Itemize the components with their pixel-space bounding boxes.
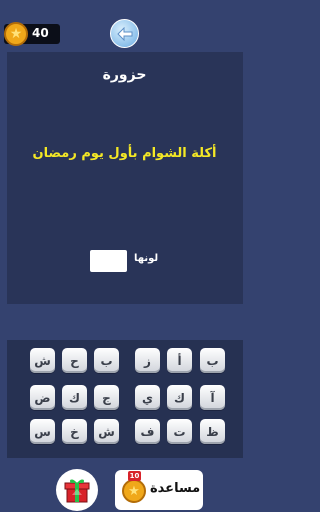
- key-2-1[interactable]: ت: [167, 419, 192, 444]
- key-0-4[interactable]: ح: [62, 348, 87, 373]
- key-2-4[interactable]: خ: [62, 419, 87, 444]
- question-text: أكلة الشوام بأول يوم رمضان: [32, 146, 217, 161]
- key-1-3[interactable]: ج: [94, 385, 119, 410]
- key-0-3[interactable]: ب: [94, 348, 119, 373]
- top-bar: ★ 40: [0, 0, 249, 50]
- key-1-0[interactable]: آ: [200, 385, 225, 410]
- back-button[interactable]: [110, 19, 139, 48]
- key-2-3[interactable]: ش: [94, 419, 119, 444]
- coin-count: 40: [32, 26, 49, 40]
- back-arrow-icon: [116, 26, 132, 41]
- key-2-0[interactable]: ظ: [200, 419, 225, 444]
- letter-keyboard: بأزبحشآكيجكضظتفشخس: [7, 340, 243, 458]
- answer-row: لونها: [90, 250, 162, 272]
- key-0-2[interactable]: ز: [135, 348, 160, 373]
- key-1-5[interactable]: ض: [30, 385, 55, 410]
- riddle-label: حزورة: [102, 67, 147, 83]
- gift-button[interactable]: [56, 469, 98, 511]
- key-1-2[interactable]: ي: [135, 385, 160, 410]
- key-0-1[interactable]: أ: [167, 348, 192, 373]
- star-coin-icon: ★: [122, 479, 146, 503]
- key-2-2[interactable]: ف: [135, 419, 160, 444]
- key-1-1[interactable]: ك: [167, 385, 192, 410]
- star-coin-icon: ★: [4, 22, 28, 46]
- key-1-4[interactable]: ك: [62, 385, 87, 410]
- help-cost-badge: 10: [128, 471, 141, 481]
- key-2-5[interactable]: س: [30, 419, 55, 444]
- answer-slot[interactable]: [90, 250, 127, 272]
- answer-hint: لونها: [134, 253, 159, 264]
- gift-box-icon: [64, 479, 90, 503]
- help-button[interactable]: ★ 10 مساعدة: [115, 470, 203, 510]
- key-0-5[interactable]: ش: [30, 348, 55, 373]
- key-0-0[interactable]: ب: [200, 348, 225, 373]
- help-label: مساعدة: [150, 481, 201, 496]
